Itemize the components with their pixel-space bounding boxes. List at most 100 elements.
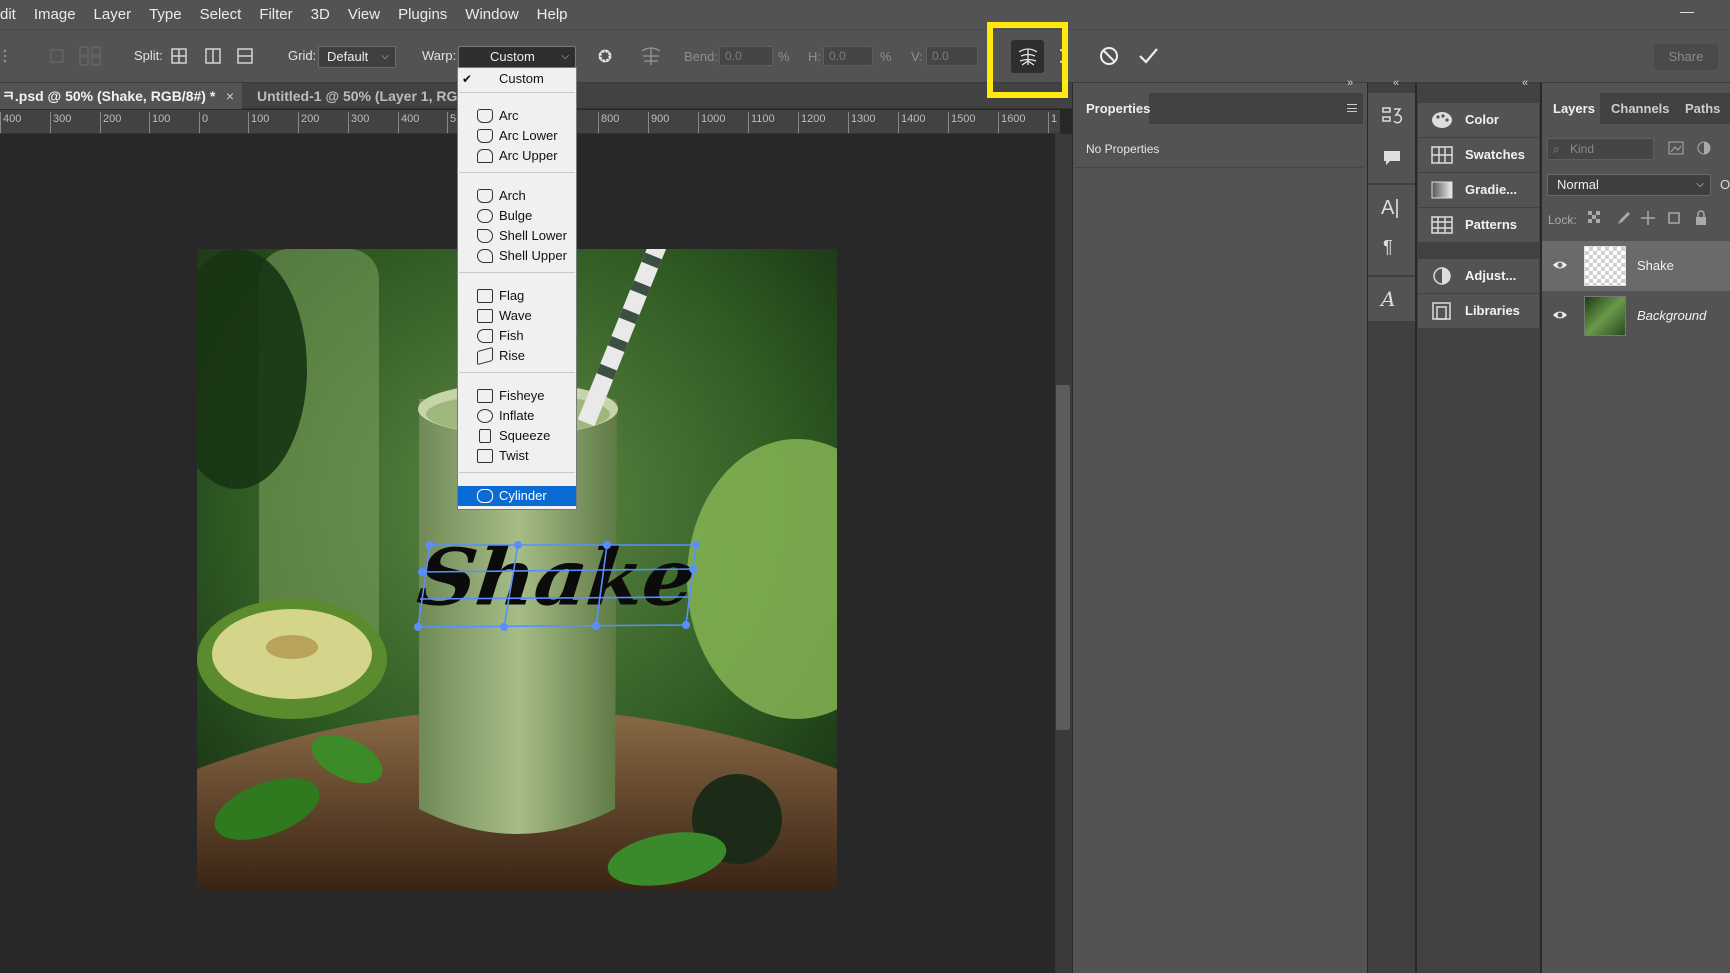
scrollbar-thumb[interactable] [1056,385,1070,730]
warp-orientation-icon[interactable] [638,43,664,69]
collapse-panel-icon[interactable]: « [1522,77,1528,89]
fish-icon [477,329,493,343]
collapse-panel-icon[interactable]: » [1347,77,1353,89]
comment-icon[interactable] [1381,148,1403,168]
lock-artboard-icon[interactable] [1666,210,1682,226]
ruler-tick: 200 [298,112,319,133]
menu-item-arc[interactable]: Arc [458,106,576,126]
dock-item-patterns[interactable]: Patterns [1418,208,1539,242]
share-button[interactable]: Share [1654,44,1718,70]
ruler-tick: 1 [1048,112,1057,133]
glyphs-icon[interactable]: A [1381,287,1403,311]
panel-menu-icon[interactable] [1347,104,1357,112]
wave-icon [477,309,493,323]
dock-item-gradients[interactable]: Gradie... [1418,173,1539,207]
menu-plugins[interactable]: Plugins [389,0,456,29]
cancel-transform-icon[interactable] [1096,43,1122,69]
bend-input[interactable]: 0.0 [719,46,773,66]
menu-separator [459,172,575,173]
menu-item-arc-upper[interactable]: Arc Upper [458,146,576,166]
menu-view[interactable]: View [339,0,389,29]
tab-channels[interactable]: Channels [1611,93,1670,124]
menu-filter[interactable]: Filter [250,0,301,29]
filter-adjustment-icon[interactable] [1696,140,1712,156]
blend-mode-select[interactable]: Normal ⌵ [1547,174,1711,196]
lock-brush-icon[interactable] [1614,210,1630,226]
menu-item-bulge[interactable]: Bulge [458,206,576,226]
tab-document-2[interactable]: Untitled-1 @ 50% (Layer 1, RGB [255,83,467,109]
close-icon[interactable]: × [226,83,234,109]
layers-panel: Layers Channels Paths ⌕ Kind Normal ⌵ O … [1542,83,1730,973]
menu-item-cylinder[interactable]: Cylinder [458,486,576,506]
menu-layer[interactable]: Layer [85,0,141,29]
menu-item-shell-upper[interactable]: Shell Upper [458,246,576,266]
ruler-tick: 300 [50,112,71,133]
tool-preset-icon[interactable] [0,43,14,69]
grid-square-icon[interactable] [44,43,70,69]
paragraph-icon[interactable]: ¶ [1383,237,1403,259]
commit-transform-icon[interactable] [1135,43,1161,69]
menu-item-inflate[interactable]: Inflate [458,406,576,426]
dock-item-label: Swatches [1465,147,1525,162]
menu-item-flag[interactable]: Flag [458,286,576,306]
menu-help[interactable]: Help [528,0,577,29]
dock-item-swatches[interactable]: Swatches [1418,138,1539,172]
squeeze-icon [479,429,491,443]
menu-item-custom[interactable]: ✔ Custom [458,69,576,89]
split-vertical-icon[interactable] [200,43,226,69]
split-cross-icon[interactable] [166,43,192,69]
menu-item-fish[interactable]: Fish [458,326,576,346]
lock-all-icon[interactable] [1694,210,1708,226]
dock-item-adjustments[interactable]: Adjust... [1418,259,1539,293]
tab-layers[interactable]: Layers [1542,93,1600,124]
menu-item-shell-lower[interactable]: Shell Lower [458,226,576,246]
layer-row-background[interactable]: Background [1542,291,1730,341]
menu-edit[interactable]: dit [0,0,25,29]
tab-properties[interactable]: Properties [1075,93,1150,124]
dock-item-libraries[interactable]: Libraries [1418,294,1539,328]
grid-points-icon[interactable] [78,43,104,69]
menu-item-label: Rise [499,348,526,363]
character-icon[interactable]: A| [1381,197,1403,219]
menu-item-arc-lower[interactable]: Arc Lower [458,126,576,146]
layer-filter-kind[interactable]: ⌕ Kind [1547,138,1654,160]
lock-transparent-icon[interactable] [1588,211,1602,225]
dock-item-color[interactable]: Color [1418,103,1539,137]
grid-select[interactable]: Default ⌵ [318,46,396,68]
menu-3d[interactable]: 3D [302,0,339,29]
visibility-eye-icon[interactable] [1552,257,1568,273]
ruler-tick: 300 [348,112,369,133]
tab-paths[interactable]: Paths [1685,93,1720,124]
menu-select[interactable]: Select [191,0,251,29]
tab-document-1[interactable]: ㅋ.psd @ 50% (Shake, RGB/8#) * × [0,83,242,109]
menu-item-wave[interactable]: Wave [458,306,576,326]
menu-item-fisheye[interactable]: Fisheye [458,386,576,406]
menu-image[interactable]: Image [25,0,85,29]
menu-item-rise[interactable]: Rise [458,346,576,366]
split-horizontal-icon[interactable] [232,43,258,69]
rise-icon [477,346,493,366]
layer-row-shake[interactable]: Shake [1542,241,1730,291]
layer-name[interactable]: Shake [1637,258,1674,273]
menu-window[interactable]: Window [456,0,527,29]
v-distortion-input[interactable]: 0.0 [926,46,978,66]
search-icon: ⌕ [1553,142,1560,156]
layer-name[interactable]: Background [1637,308,1706,323]
warp-select[interactable]: Custom ⌵ [458,46,576,68]
menu-item-squeeze[interactable]: Squeeze [458,426,576,446]
menu-item-arch[interactable]: Arch [458,186,576,206]
h-distortion-input[interactable]: 0.0 [823,46,873,66]
collapse-panel-icon[interactable]: « [1393,77,1399,89]
menu-type[interactable]: Type [140,0,191,29]
ruler-tick: 800 [598,112,619,133]
gear-icon[interactable] [592,43,618,69]
bend-percent: % [778,49,790,64]
warp-bounding-box[interactable] [410,535,700,635]
visibility-eye-icon[interactable] [1552,307,1568,323]
filter-pixel-icon[interactable] [1668,141,1684,155]
menu-item-twist[interactable]: Twist [458,446,576,466]
layer-thumbnail [1584,296,1626,336]
minimize-button[interactable] [1680,12,1694,13]
lock-move-icon[interactable] [1640,210,1656,226]
history-icon[interactable] [1381,105,1403,125]
